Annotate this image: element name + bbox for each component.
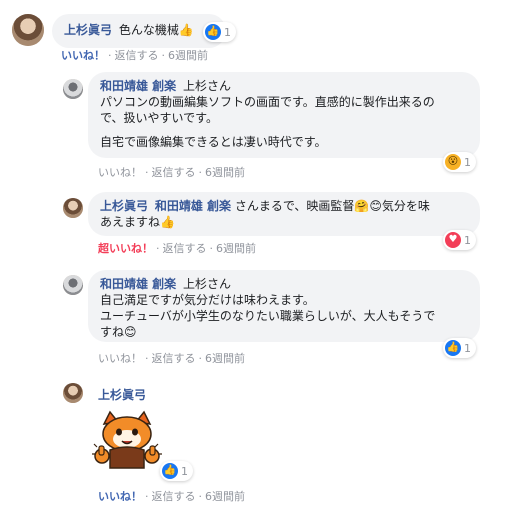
comment-text: 気分を味 [381, 199, 430, 213]
like-button[interactable]: いいね！ [61, 49, 105, 62]
reply-button[interactable]: 返信する [152, 166, 196, 179]
comment-author[interactable]: 和田靖雄 創楽 [100, 277, 176, 291]
comment-text-line: 自宅で画像編集できるとは凄い時代です。 [100, 135, 327, 149]
red-panda-thumbs-up-sticker-icon [92, 410, 162, 474]
separator: · [145, 352, 149, 365]
comment-author[interactable]: 和田靖雄 創楽 [100, 79, 176, 93]
reaction-count[interactable]: 😮 1 [443, 152, 476, 172]
reaction-count-number: 1 [181, 464, 188, 478]
comment-author[interactable]: 上杉眞弓 [100, 199, 148, 213]
reaction-count[interactable]: 👍 1 [203, 22, 236, 42]
thumbs-up-emoji-icon: 👍 [160, 215, 175, 229]
reaction-count[interactable]: 👍 1 [443, 338, 476, 358]
timestamp[interactable]: 6週間前 [216, 242, 256, 255]
separator: · [198, 166, 203, 179]
comment-text-line: パソコンの動画編集ソフトの画面です。直感的に製作出来るの [100, 95, 435, 109]
separator: · [198, 490, 203, 503]
separator: · [198, 352, 203, 365]
reaction-count-number: 1 [464, 155, 471, 169]
comment-actions: 超いいね！ · 返信する · 6週間前 [98, 240, 256, 256]
comment-text: 色んな機械 [118, 23, 179, 37]
comment-text-line: で、扱いやすいです。 [100, 111, 218, 125]
wow-reaction-icon: 😮 [445, 154, 461, 170]
love-reaction-icon: ♥ [445, 232, 461, 248]
reaction-count-number: 1 [464, 341, 471, 355]
reaction-count-number: 1 [224, 25, 231, 39]
smiling-face-emoji-icon: 😊 [124, 325, 137, 339]
separator: · [145, 490, 149, 503]
comment-text-line [100, 126, 468, 134]
timestamp[interactable]: 6週間前 [205, 352, 245, 365]
comment-author-line: 上杉眞弓 [98, 386, 149, 403]
like-button[interactable]: いいね！ [98, 352, 142, 365]
reply-button[interactable]: 返信する [115, 49, 159, 62]
comment-text-line: 自己満足ですが気分だけは味わえます。 [100, 293, 315, 307]
reply-button[interactable]: 返信する [152, 490, 196, 503]
reply-button[interactable]: 返信する [163, 242, 207, 255]
timestamp[interactable]: 6週間前 [205, 490, 245, 503]
like-button[interactable]: いいね！ [98, 490, 142, 503]
comment-text-line: ユーチューバが小学生のなりたい職業らしいが、大人もそうで [100, 309, 436, 323]
avatar[interactable] [63, 275, 83, 295]
separator: · [161, 49, 166, 62]
separator: · [108, 49, 112, 62]
like-reaction-icon: 👍 [445, 340, 461, 356]
comment-bubble: 上杉眞弓 和田靖雄 創楽 さんまるで、映画監督🤗😊気分を味 あえますね👍 [88, 192, 480, 236]
comment-text: さんまるで、映画監督 [234, 199, 355, 213]
smiling-face-emoji-icon: 😊 [369, 199, 382, 213]
avatar[interactable] [12, 14, 44, 46]
comment-bubble: 上杉眞弓 色んな機械👍 [52, 14, 226, 48]
comment-text: あえますね [100, 215, 161, 229]
comment-actions: いいね！ · 返信する · 6週間前 [98, 488, 245, 504]
love-button[interactable]: 超いいね！ [98, 242, 153, 255]
comment-author[interactable]: 上杉眞弓 [64, 23, 112, 37]
mention-text: 上杉さん [183, 79, 232, 93]
hugging-face-emoji-icon: 🤗 [354, 199, 370, 213]
comment-actions: いいね！ · 返信する · 6週間前 [61, 47, 208, 63]
comment-actions: いいね！ · 返信する · 6週間前 [98, 164, 245, 180]
timestamp[interactable]: 6週間前 [168, 49, 208, 62]
comment-actions: いいね！ · 返信する · 6週間前 [98, 350, 245, 366]
like-reaction-icon: 👍 [205, 24, 221, 40]
reaction-count-number: 1 [464, 233, 471, 247]
comment-bubble: 和田靖雄 創楽 上杉さん パソコンの動画編集ソフトの画面です。直感的に製作出来る… [88, 72, 480, 158]
separator: · [156, 242, 160, 255]
mention-text: 上杉さん [183, 277, 232, 291]
like-reaction-icon: 👍 [162, 463, 178, 479]
like-button[interactable]: いいね！ [98, 166, 142, 179]
avatar[interactable] [63, 198, 83, 218]
comment-author[interactable]: 上杉眞弓 [98, 388, 146, 402]
avatar[interactable] [63, 79, 83, 99]
reaction-count[interactable]: 👍 1 [160, 461, 193, 481]
mention-link[interactable]: 和田靖雄 創楽 [155, 199, 231, 213]
avatar[interactable] [63, 383, 83, 403]
comment-bubble: 和田靖雄 創楽 上杉さん 自己満足ですが気分だけは味わえます。 ユーチューバが小… [88, 270, 480, 342]
separator: · [145, 166, 149, 179]
reaction-count[interactable]: ♥ 1 [443, 230, 476, 250]
thumbs-up-emoji-icon: 👍 [178, 23, 194, 37]
reply-button[interactable]: 返信する [152, 352, 196, 365]
separator: · [209, 242, 214, 255]
timestamp[interactable]: 6週間前 [205, 166, 245, 179]
comment-text-line: すね [100, 325, 125, 339]
